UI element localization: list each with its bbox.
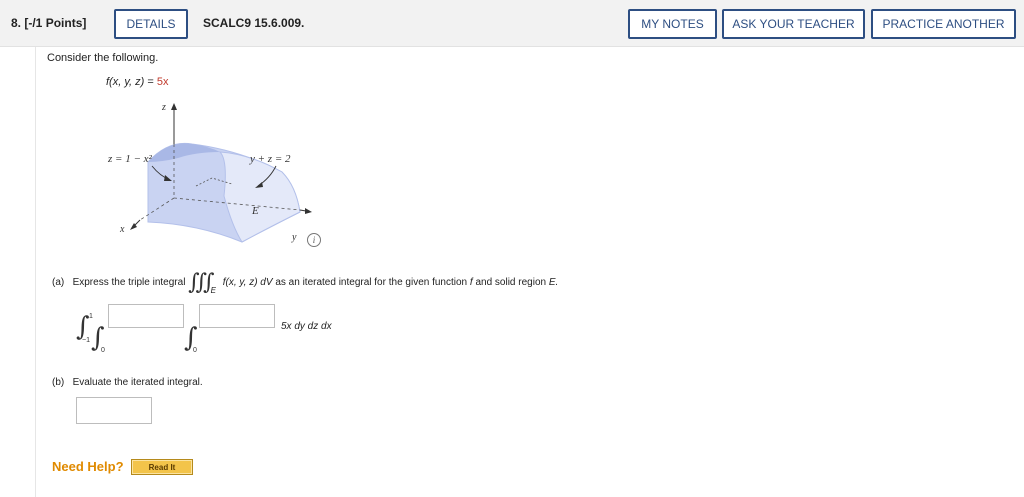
- practice-another-button[interactable]: PRACTICE ANOTHER: [871, 9, 1016, 39]
- middle-upper-limit-input[interactable]: [108, 304, 184, 328]
- inner-lower-limit: 0: [193, 347, 197, 354]
- z-axis-arrow: [171, 103, 177, 110]
- question-number: 8. [-/1 Points]: [11, 16, 87, 30]
- region-label: E: [251, 205, 259, 217]
- outer-upper-limit: 1: [89, 313, 93, 320]
- part-b-answer-input[interactable]: [76, 397, 152, 424]
- content-left-border: [35, 47, 36, 497]
- iterated-integrand: 5x dy dz dx: [281, 321, 332, 332]
- question-header: 8. [-/1 Points] DETAILS SCALC9 15.6.009.…: [0, 0, 1024, 47]
- assignment-id: SCALC9 15.6.009.: [203, 16, 305, 30]
- part-b-prompt: (b) Evaluate the iterated integral.: [52, 377, 203, 388]
- solid-region-figure: z x y z = 1 − x² y + z = 2 E: [107, 102, 312, 243]
- inner-upper-limit-input[interactable]: [199, 304, 275, 328]
- z-axis-label: z: [161, 102, 166, 113]
- ask-your-teacher-button[interactable]: ASK YOUR TEACHER: [722, 9, 865, 39]
- need-help-label: Need Help?: [52, 459, 124, 474]
- part-a-prompt: (a) Express the triple integral ∫∫∫E f(x…: [52, 270, 559, 296]
- y-axis-arrow: [305, 208, 312, 214]
- middle-lower-limit: 0: [101, 347, 105, 354]
- surface-label-parabolic-cylinder: z = 1 − x²: [107, 153, 153, 165]
- triple-integral-symbol: ∫∫∫: [188, 270, 214, 295]
- surface-label-plane: y + z = 2: [249, 153, 291, 165]
- y-axis-label: y: [291, 232, 297, 243]
- read-it-button[interactable]: Read It: [131, 459, 193, 475]
- info-icon[interactable]: i: [307, 233, 321, 247]
- details-button[interactable]: DETAILS: [114, 9, 188, 39]
- x-axis-label: x: [119, 224, 125, 235]
- function-expression: 5x: [156, 76, 169, 88]
- my-notes-button[interactable]: MY NOTES: [628, 9, 717, 39]
- problem-intro: Consider the following.: [47, 52, 159, 64]
- function-definition: f(x, y, z) = 5x: [106, 76, 169, 88]
- outer-lower-limit: −1: [82, 337, 90, 344]
